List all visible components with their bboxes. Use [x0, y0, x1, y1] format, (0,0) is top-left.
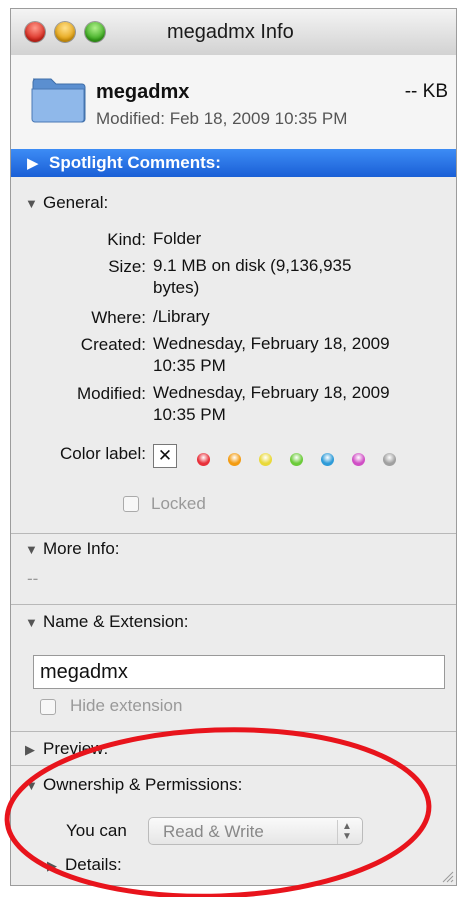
where-value: /Library	[153, 307, 210, 326]
color-swatch-gray[interactable]	[383, 453, 396, 466]
minimize-button[interactable]	[55, 22, 75, 42]
name-field[interactable]	[33, 655, 445, 689]
more-info-section-header[interactable]: ▼ More Info:	[25, 539, 120, 559]
disclosure-down-icon: ▼	[25, 542, 38, 557]
ownership-section-header[interactable]: ▼ Ownership & Permissions:	[25, 775, 242, 795]
created-value-line2: 10:35 PM	[153, 356, 226, 375]
section-divider	[11, 731, 456, 732]
locked-checkbox[interactable]	[123, 496, 139, 512]
size-label: Size:	[108, 257, 146, 276]
more-info-label: More Info:	[43, 539, 120, 558]
kind-label: Kind:	[107, 230, 146, 249]
general-section-header[interactable]: ▼ General:	[25, 193, 108, 213]
created-label: Created:	[80, 335, 146, 354]
section-divider	[11, 604, 456, 605]
size-value-line2: bytes)	[153, 278, 200, 297]
info-window: megadmx Info megadmx -- KB Modified: Feb…	[10, 8, 457, 886]
general-label: General:	[43, 193, 109, 212]
hide-extension-label: Hide extension	[70, 696, 183, 715]
modified-value: Wednesday, February 18, 2009 10:35 PM	[153, 382, 453, 426]
kind-value: Folder	[153, 229, 202, 248]
file-modified: Modified: Feb 18, 2009 10:35 PM	[96, 109, 348, 128]
ownership-label: Ownership & Permissions:	[43, 775, 243, 794]
created-value: Wednesday, February 18, 2009 10:35 PM	[153, 333, 453, 377]
modified-value-line2: 10:35 PM	[153, 405, 226, 424]
color-swatch-blue[interactable]	[321, 453, 334, 466]
locked-label: Locked	[151, 494, 206, 513]
file-size: -- KB	[404, 81, 448, 102]
title-bar[interactable]: megadmx Info	[11, 9, 456, 56]
color-swatch-yellow[interactable]	[259, 453, 272, 466]
color-label-label: Color label:	[60, 444, 146, 463]
permissions-select-value: Read & Write	[163, 822, 264, 841]
section-divider	[11, 533, 456, 534]
preview-section-header[interactable]: ▶ Preview:	[25, 739, 108, 759]
stepper-arrows-icon: ▲ ▼	[337, 820, 356, 844]
color-swatch-orange[interactable]	[228, 453, 241, 466]
more-info-value: --	[27, 569, 39, 588]
section-divider	[11, 765, 456, 766]
where-label: Where:	[91, 308, 146, 327]
window-title: megadmx Info	[167, 21, 294, 43]
created-value-line1: Wednesday, February 18, 2009	[153, 334, 390, 353]
you-can-label: You can	[66, 821, 127, 840]
disclosure-down-icon: ▼	[25, 615, 38, 630]
name-extension-label: Name & Extension:	[43, 612, 189, 631]
disclosure-right-icon: ▶	[47, 858, 57, 873]
zoom-button[interactable]	[85, 22, 105, 42]
preview-label: Preview:	[43, 739, 109, 758]
color-swatch-green[interactable]	[290, 453, 303, 466]
permissions-select[interactable]: Read & Write ▲ ▼	[148, 817, 363, 845]
name-extension-section-header[interactable]: ▼ Name & Extension:	[25, 612, 189, 632]
details-section-header[interactable]: ▶ Details:	[47, 855, 122, 875]
color-label-none-button[interactable]: ✕	[153, 444, 177, 468]
modified-value-line1: Wednesday, February 18, 2009	[153, 383, 390, 402]
details-label: Details:	[65, 855, 122, 874]
size-value: 9.1 MB on disk (9,136,935 bytes)	[153, 255, 453, 299]
file-name: megadmx	[96, 81, 190, 103]
color-swatch-red[interactable]	[197, 453, 210, 466]
hide-extension-checkbox[interactable]	[40, 699, 56, 715]
spotlight-comments-label: Spotlight Comments:	[49, 153, 221, 172]
spotlight-comments-header[interactable]: ▶ Spotlight Comments:	[11, 149, 456, 177]
disclosure-right-icon: ▶	[25, 742, 35, 757]
disclosure-down-icon: ▼	[25, 778, 38, 793]
close-button[interactable]	[25, 22, 45, 42]
resize-grip-icon[interactable]	[440, 869, 454, 883]
folder-icon	[31, 78, 86, 123]
modified-label: Modified:	[77, 384, 146, 403]
size-value-line1: 9.1 MB on disk (9,136,935	[153, 256, 352, 275]
color-swatch-purple[interactable]	[352, 453, 365, 466]
disclosure-right-icon: ▶	[27, 155, 39, 172]
disclosure-down-icon: ▼	[25, 196, 38, 211]
